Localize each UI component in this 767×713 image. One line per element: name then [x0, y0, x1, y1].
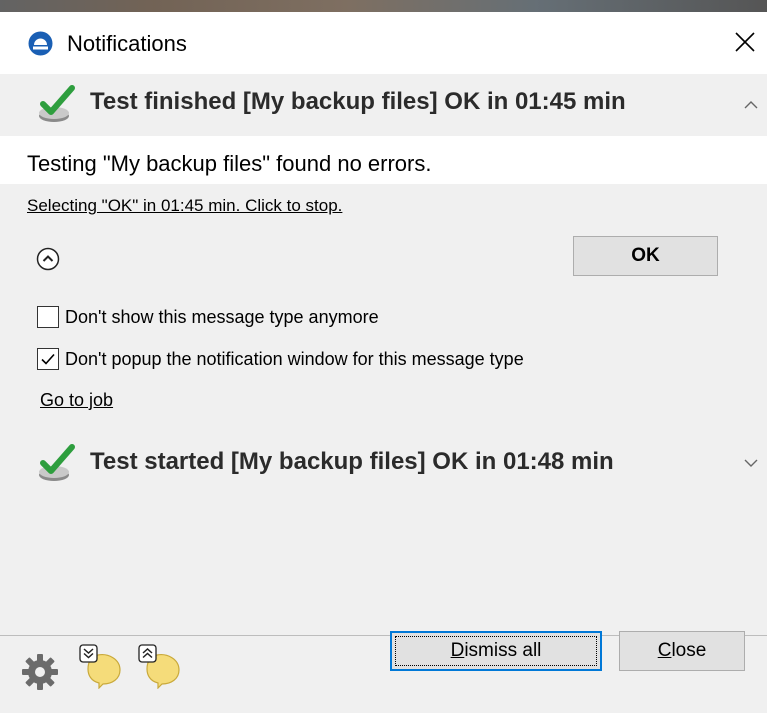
background-window-strip: [0, 0, 767, 12]
dont-show-checkbox[interactable]: [37, 306, 59, 328]
focus-rectangle: [395, 636, 597, 666]
check-icon: [39, 444, 75, 481]
check-icon: [39, 85, 75, 122]
window-title: Notifications: [67, 31, 187, 56]
app-logo-icon: [28, 31, 53, 56]
gear-icon[interactable]: [21, 653, 59, 691]
notification-title: Test finished [My backup files] OK in 01…: [90, 88, 626, 115]
go-to-job-link[interactable]: Go to job: [40, 390, 113, 411]
notifications-window: Notifications Test finished [My backup f…: [0, 0, 767, 713]
notification-title: Test started [My backup files] OK in 01:…: [90, 448, 614, 475]
dont-show-label: Don't show this message type anymore: [65, 306, 379, 327]
ok-button-label: OK: [631, 245, 660, 266]
close-window-button[interactable]: [729, 26, 761, 58]
dont-popup-checkbox[interactable]: [37, 348, 59, 370]
close-button[interactable]: Close: [619, 631, 745, 671]
dont-popup-option[interactable]: Don't popup the notification window for …: [37, 348, 524, 370]
dismiss-all-button[interactable]: Dismiss all: [390, 631, 602, 671]
notification-message: Testing "My backup files" found no error…: [27, 151, 432, 176]
collapse-details-icon[interactable]: [36, 247, 60, 271]
dont-show-option[interactable]: Don't show this message type anymore: [37, 306, 379, 328]
ok-button[interactable]: OK: [573, 236, 718, 276]
chevron-down-icon[interactable]: [742, 454, 760, 472]
close-icon: [735, 32, 755, 52]
close-button-label: Close: [657, 640, 707, 661]
dont-popup-label: Don't popup the notification window for …: [65, 348, 524, 369]
chevron-up-icon[interactable]: [742, 96, 760, 114]
notification-header[interactable]: Test finished [My backup files] OK in 01…: [0, 74, 767, 136]
collapse-all-icon[interactable]: [78, 643, 122, 689]
auto-select-countdown-link[interactable]: Selecting "OK" in 01:45 min. Click to st…: [27, 196, 342, 216]
checkmark-icon: [41, 353, 55, 365]
notification-expanded: Test finished [My backup files] OK in 01…: [0, 74, 767, 184]
title-bar: Notifications: [0, 12, 767, 74]
expand-all-icon[interactable]: [137, 643, 181, 689]
